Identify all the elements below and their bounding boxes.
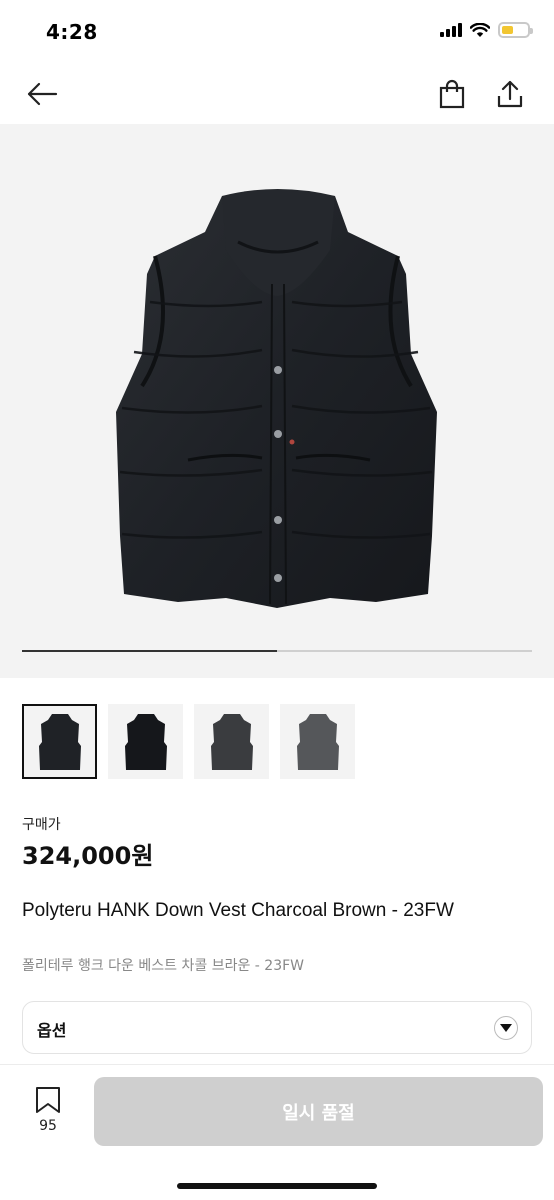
status-icons bbox=[440, 22, 533, 38]
option-label: 옵션 bbox=[37, 1021, 67, 1040]
shopping-bag-button[interactable] bbox=[432, 74, 472, 114]
thumbnail-image bbox=[124, 713, 167, 770]
wifi-icon bbox=[470, 22, 490, 37]
gallery-progress-fill bbox=[22, 650, 277, 652]
thumbnail-2[interactable] bbox=[108, 704, 183, 779]
thumbnail-image bbox=[296, 713, 339, 770]
product-name-english: Polyteru HANK Down Vest Charcoal Brown -… bbox=[22, 900, 454, 921]
thumbnail-1[interactable] bbox=[22, 704, 97, 779]
sold-out-button[interactable]: 일시 품절 bbox=[94, 1077, 543, 1146]
thumbnail-strip bbox=[22, 704, 355, 779]
status-bar: 4:28 bbox=[0, 0, 554, 64]
bookmark-count: 95 bbox=[39, 1118, 57, 1134]
arrow-left-icon bbox=[27, 82, 58, 106]
thumbnail-image bbox=[210, 713, 253, 770]
thumbnail-3[interactable] bbox=[194, 704, 269, 779]
gallery-progress-bar bbox=[22, 650, 532, 652]
bookmark-button[interactable]: 95 bbox=[26, 1086, 70, 1138]
chevron-down-icon bbox=[494, 1016, 518, 1040]
price-value: 324,000원 bbox=[22, 842, 154, 870]
product-image bbox=[116, 189, 437, 608]
option-select[interactable]: 옵션 bbox=[22, 1001, 532, 1054]
battery-icon bbox=[498, 22, 533, 38]
price-label: 구매가 bbox=[22, 817, 61, 833]
product-name-korean: 폴리테루 행크 다운 베스트 차콜 브라운 - 23FW bbox=[22, 958, 304, 974]
share-icon bbox=[497, 80, 523, 108]
top-navigation bbox=[0, 64, 554, 124]
product-image-gallery[interactable] bbox=[0, 124, 554, 678]
signal-icon bbox=[440, 23, 462, 37]
back-button[interactable] bbox=[22, 74, 62, 114]
share-button[interactable] bbox=[490, 74, 530, 114]
shopping-bag-icon bbox=[439, 79, 465, 109]
home-indicator bbox=[177, 1183, 377, 1189]
bookmark-icon bbox=[36, 1087, 60, 1113]
thumbnail-4[interactable] bbox=[280, 704, 355, 779]
thumbnail-image bbox=[38, 713, 81, 770]
bottom-divider bbox=[0, 1064, 554, 1065]
status-time: 4:28 bbox=[46, 20, 98, 44]
